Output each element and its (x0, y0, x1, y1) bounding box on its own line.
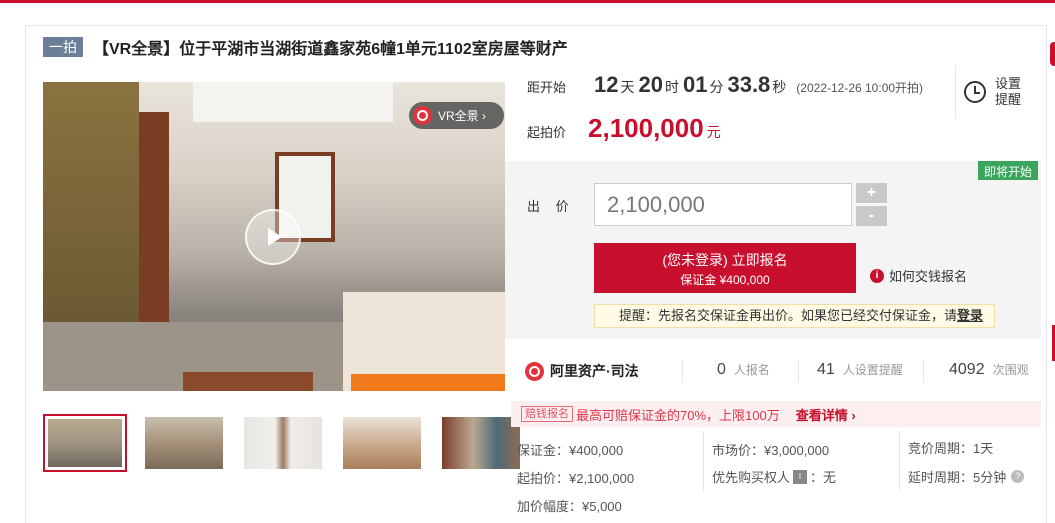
side-red-marker (1050, 42, 1055, 66)
registrants-count: 0 (717, 361, 726, 378)
login-tip: 提醒：先报名交保证金再出价。如果您已经交付保证金，请登录 (594, 304, 995, 328)
bid-increase-button[interactable]: + (856, 183, 887, 203)
countdown-seconds-unit: 秒 (772, 79, 787, 95)
how-to-register-label: 如何交钱报名 (889, 269, 968, 284)
start-price-row: 起拍价 2,100,000 元 (527, 113, 721, 144)
info-icon: i (870, 268, 884, 283)
compensation-promo: 赔钱报名 最高可赔保证金的70%，上限100万 查看详情 › (511, 401, 1041, 427)
vr-panorama-button[interactable]: VR全景 › (409, 102, 504, 129)
ali-brand-label: 阿里资产·司法 (550, 363, 639, 379)
countdown-seconds: 33.8 (727, 72, 771, 97)
countdown-hours-unit: 时 (664, 79, 679, 95)
start-price-value: 2,100,000 (588, 113, 704, 143)
thumbnail-3[interactable] (241, 414, 325, 472)
thumbnail-4[interactable] (340, 414, 424, 472)
bid-label: 出 价 (527, 199, 575, 214)
how-to-register-link[interactable]: i 如何交钱报名 (870, 266, 967, 285)
register-button-deposit: 保证金 ¥400,000 (680, 273, 770, 287)
reminders-stat: 41 人设置提醒 (817, 361, 903, 379)
views-label: 次围观 (992, 363, 1029, 377)
increment-info: 加价幅度：¥5,000 (517, 499, 622, 514)
promo-tag: 赔钱报名 (521, 406, 573, 422)
login-tip-text: 提醒：先报名交保证金再出价。如果您已经交付保证金，请 (619, 308, 958, 323)
countdown-minutes-unit: 分 (709, 79, 724, 95)
set-reminder-button[interactable]: 设置提醒 (955, 66, 1035, 118)
priority-buyer-label: 优先购买权人 (712, 470, 791, 485)
photo-ceiling (193, 82, 393, 122)
reminders-label: 人设置提醒 (842, 363, 903, 377)
market-price-info: 市场价：¥3,000,000 (712, 443, 830, 458)
vr-logo-icon (413, 106, 432, 125)
delay-cycle-info: 延时周期：5分钟 ? (908, 467, 1025, 486)
start-price-label: 起拍价 (527, 125, 567, 140)
details-separator-1 (703, 431, 704, 491)
views-stat: 4092 次围观 (949, 361, 1029, 379)
delay-cycle-text: 延时周期：5分钟 (908, 470, 1007, 485)
details-separator-2 (899, 431, 900, 491)
stats-separator-1 (682, 360, 683, 382)
countdown-label: 距开始 (527, 80, 567, 95)
promo-text: 最高可赔保证金的70%，上限100万 (576, 407, 780, 423)
countdown: 距开始 12 天 20 时 01 分 33.8 秒 (2022-12-26 10… (527, 72, 923, 106)
status-badge: 即将开始 (978, 161, 1039, 180)
views-count: 4092 (949, 361, 985, 378)
document-icon[interactable]: Ι (793, 469, 808, 484)
deposit-info: 保证金：¥400,000 (517, 443, 624, 458)
alarm-clock-icon (964, 81, 986, 103)
view-details-link[interactable]: 查看详情 › (796, 405, 856, 424)
registrants-label: 人报名 (733, 363, 770, 377)
countdown-days: 12 (594, 72, 619, 97)
right-side-panel (1046, 25, 1055, 523)
auction-round-badge: 一拍 (43, 37, 83, 57)
title-row: 一拍 【VR全景】位于平湖市当湖街道鑫家苑6幢1单元1102室房屋等财产 (43, 36, 568, 58)
ali-logo-icon (525, 361, 544, 381)
stats-separator-3 (923, 360, 924, 382)
reminders-count: 41 (817, 361, 835, 378)
countdown-days-unit: 天 (620, 79, 635, 95)
bid-decrease-button[interactable]: - (856, 206, 887, 226)
registrants-stat: 0 人报名 (717, 361, 770, 379)
help-icon[interactable]: ? (1011, 470, 1025, 483)
bid-cycle-info: 竞价周期：1天 (908, 441, 994, 456)
play-video-icon[interactable] (245, 209, 301, 265)
photo-orange-mat (351, 374, 505, 391)
photo-wall (43, 82, 139, 322)
priority-buyer-info: 优先购买权人 Ι ：无 (712, 467, 836, 486)
page-title: 【VR全景】位于平湖市当湖街道鑫家苑6幢1单元1102室房屋等财产 (93, 41, 568, 58)
register-button[interactable]: (您未登录) 立即报名 保证金 ¥400,000 (594, 243, 856, 293)
photo-table (183, 372, 313, 391)
top-accent-line (0, 0, 1055, 3)
thumbnail-2[interactable] (142, 414, 226, 472)
thumbnail-1[interactable] (43, 414, 127, 472)
ali-assets-logo: 阿里资产·司法 (525, 361, 639, 381)
countdown-minutes: 01 (682, 72, 708, 97)
priority-buyer-value: ：无 (810, 470, 837, 485)
thumbnail-strip (43, 414, 538, 472)
register-button-label: (您未登录) 立即报名 (662, 252, 788, 268)
start-price-info: 起拍价：¥2,100,000 (517, 471, 635, 486)
stats-separator-2 (798, 360, 799, 382)
bid-amount-input[interactable]: 2,100,000 (594, 183, 852, 226)
set-reminder-label: 设置提醒 (995, 76, 1022, 107)
countdown-hours: 20 (638, 72, 663, 97)
vr-panorama-label: VR全景 › (438, 109, 487, 123)
start-time: (2022-12-26 10:00开拍) (796, 81, 924, 95)
photo-door (139, 112, 169, 322)
login-link[interactable]: 登录 (957, 308, 983, 323)
start-price-unit: 元 (706, 124, 721, 140)
